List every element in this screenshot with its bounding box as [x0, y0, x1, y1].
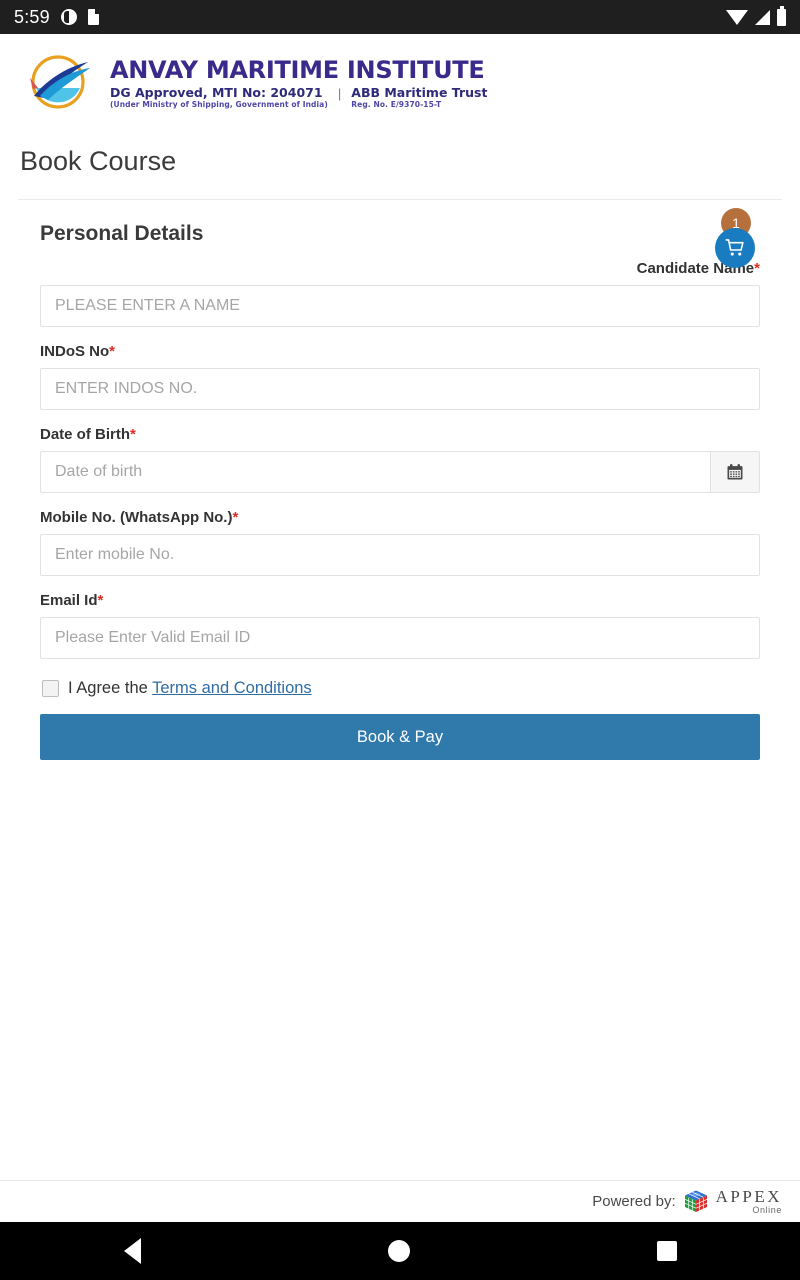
field-date-of-birth: Date of Birth*: [40, 426, 760, 493]
agree-label: I Agree the Terms and Conditions: [68, 679, 312, 698]
field-email-id: Email Id*: [40, 592, 760, 659]
brand-text-block: ANVAY MARITIME INSTITUTE DG Approved, MT…: [110, 56, 487, 110]
label-date-of-birth: Date of Birth*: [40, 426, 760, 443]
appex-cube-logo: [683, 1189, 709, 1215]
field-mobile-no: Mobile No. (WhatsApp No.)*: [40, 509, 760, 576]
required-asterisk: *: [109, 343, 116, 360]
battery-icon: [777, 5, 786, 26]
recents-button[interactable]: [656, 1241, 677, 1261]
field-indos-no: INDoS No*: [40, 343, 760, 410]
section-header: Personal Details 1: [0, 200, 800, 268]
brand-approval: DG Approved, MTI No: 204071: [110, 85, 323, 101]
shopping-cart-icon: [725, 239, 744, 256]
appex-brand-sub: Online: [752, 1205, 782, 1215]
brand-approval-block: DG Approved, MTI No: 204071 (Under Minis…: [110, 86, 328, 110]
indos-no-input[interactable]: [40, 368, 760, 410]
required-asterisk: *: [97, 592, 104, 609]
required-asterisk: *: [232, 509, 239, 526]
label-email-id-text: Email Id: [40, 592, 98, 609]
brand-subtitle: DG Approved, MTI No: 204071 (Under Minis…: [110, 86, 487, 110]
book-and-pay-button[interactable]: Book & Pay: [40, 714, 760, 760]
signal-icon: [755, 9, 770, 25]
powered-by-label: Powered by:: [592, 1193, 676, 1210]
anvay-maritime-logo: [22, 52, 96, 114]
home-button[interactable]: [387, 1240, 410, 1262]
back-button[interactable]: [123, 1238, 141, 1264]
page-title: Book Course: [20, 146, 177, 176]
mobile-no-input[interactable]: [40, 534, 760, 576]
clock-icon: [60, 9, 77, 25]
label-email-id: Email Id*: [40, 592, 760, 609]
agree-checkbox[interactable]: [42, 680, 59, 697]
page-content: ANVAY MARITIME INSTITUTE DG Approved, MT…: [0, 34, 800, 1222]
status-time: 5:59: [14, 6, 50, 27]
personal-details-form: Candidate Name* INDoS No* Date of Birth*: [0, 246, 800, 760]
brand-trust-block: ABB Maritime Trust Reg. No. E/9370-15-T: [351, 86, 487, 110]
calendar-button[interactable]: [709, 451, 760, 493]
cart-widget[interactable]: 1: [712, 208, 758, 270]
wifi-icon: [726, 9, 748, 25]
label-indos-no-text: INDoS No: [40, 343, 110, 360]
status-bar-right: [726, 5, 786, 26]
terms-and-conditions-link[interactable]: Terms and Conditions: [152, 679, 312, 697]
status-bar: 5:59: [0, 0, 800, 34]
label-indos-no: INDoS No*: [40, 343, 760, 360]
section-title: Personal Details: [40, 222, 204, 245]
label-mobile-no-text: Mobile No. (WhatsApp No.): [40, 509, 233, 526]
label-candidate-name: Candidate Name*: [40, 260, 760, 277]
brand-header: ANVAY MARITIME INSTITUTE DG Approved, MT…: [0, 34, 800, 126]
terms-agreement-row: I Agree the Terms and Conditions: [40, 679, 760, 698]
brand-trust-fine: Reg. No. E/9370-15-T: [351, 100, 442, 110]
brand-divider: |: [337, 86, 342, 102]
label-mobile-no: Mobile No. (WhatsApp No.)*: [40, 509, 760, 526]
date-of-birth-group: [40, 451, 760, 493]
appex-brand: APPEX Online: [716, 1188, 782, 1215]
calendar-icon: [727, 464, 743, 480]
candidate-name-input[interactable]: [40, 285, 760, 327]
agree-label-text: I Agree the: [68, 679, 153, 697]
appex-brand-name: APPEX: [715, 1187, 782, 1206]
sd-card-icon: [87, 9, 99, 25]
page-footer: Powered by: APPEX Online: [0, 1180, 800, 1222]
brand-title: ANVAY MARITIME INSTITUTE: [110, 56, 485, 85]
status-bar-left: 5:59: [14, 7, 99, 28]
date-of-birth-input[interactable]: [40, 451, 710, 493]
required-asterisk: *: [130, 426, 136, 443]
label-date-of-birth-text: Date of Birth: [40, 426, 130, 443]
cart-button[interactable]: [715, 228, 755, 268]
app-screen: 5:59 ANVAY MARITIME INSTITUTE DG Approve…: [0, 0, 800, 1280]
brand-approval-fine: (Under Ministry of Shipping, Government …: [110, 100, 328, 110]
brand-trust: ABB Maritime Trust: [351, 85, 488, 101]
android-navigation-bar: [0, 1222, 800, 1280]
field-candidate-name: Candidate Name*: [40, 260, 760, 327]
email-id-input[interactable]: [40, 617, 760, 659]
